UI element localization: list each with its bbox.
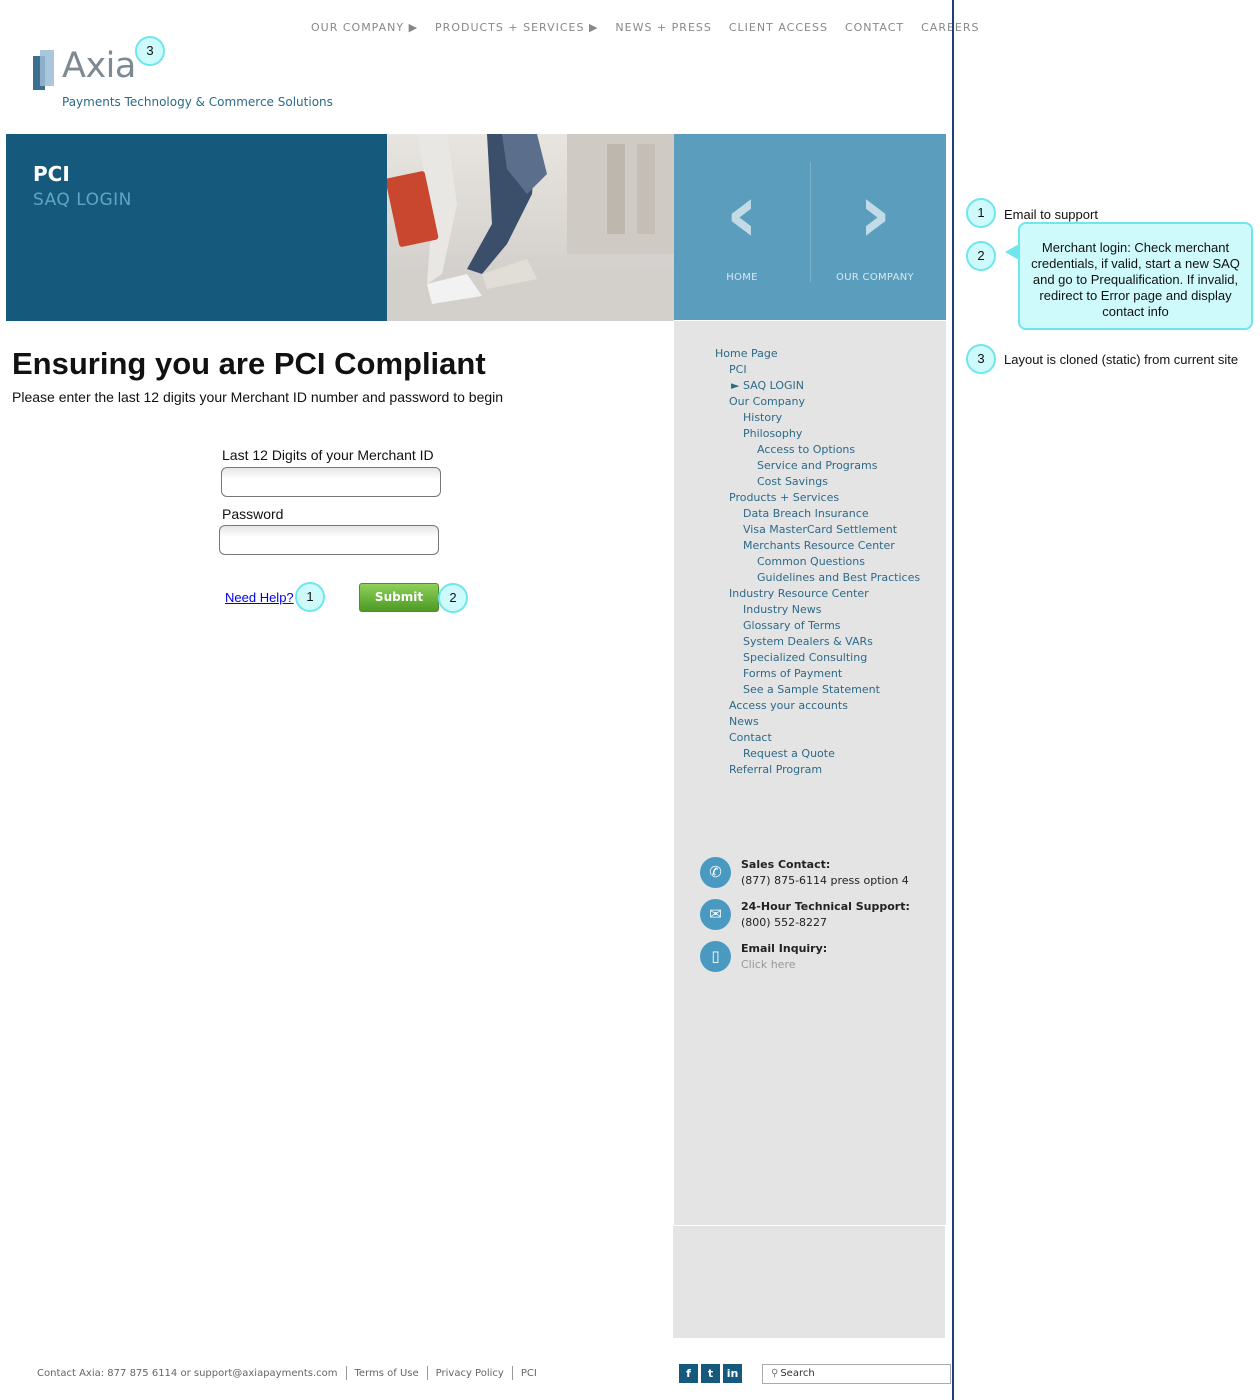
site-footer: Contact Axia: 877 875 6114 or support@ax… [37,1366,537,1380]
sidebar-footer-panel [673,1226,945,1338]
tree-item-merchants-resource-center[interactable]: Merchants Resource Center [743,539,895,552]
tree-item-cost-savings[interactable]: Cost Savings [757,475,828,488]
annotation-note-1: Email to support [1004,207,1098,222]
tree-item-sample-statement[interactable]: See a Sample Statement [743,683,880,696]
annotation-note-3: Layout is cloned (static) from current s… [1004,352,1239,367]
tree-item-request-quote[interactable]: Request a Quote [743,747,835,760]
tree-item-pci[interactable]: PCI [729,363,747,376]
tree-item-philosophy[interactable]: Philosophy [743,427,802,440]
hero-photo [387,134,674,321]
search-placeholder: Search [780,1368,815,1379]
search-icon: ⚲ [771,1368,779,1379]
footer-search-input[interactable]: ⚲ Search [762,1364,951,1384]
tech-support-phone: (800) 552-8227 [741,916,828,929]
prev-home-button[interactable]: ‹ HOME [682,174,802,294]
password-label: Password [222,506,284,522]
hero-navigation: ‹ HOME › OUR COMPANY [674,134,946,320]
tree-item-access-accounts[interactable]: Access your accounts [729,699,848,712]
tree-item-home-page[interactable]: Home Page [715,347,778,360]
hero-nav-divider [810,162,811,282]
merchant-id-label: Last 12 Digits of your Merchant ID [222,447,434,463]
tree-item-guidelines-best-practices[interactable]: Guidelines and Best Practices [757,571,920,584]
email-inquiry-link[interactable]: Click here [741,958,796,971]
tree-item-specialized-consulting[interactable]: Specialized Consulting [743,651,867,664]
tree-item-saq-login[interactable]: ► SAQ LOGIN [731,379,804,392]
tree-item-products-services[interactable]: Products + Services [729,491,839,504]
hero-title-panel: PCI SAQ LOGIN [6,134,387,321]
tree-item-visa-mastercard-settlement[interactable]: Visa MasterCard Settlement [743,523,897,536]
page-title: PCI [33,162,70,186]
next-our-company-button[interactable]: › OUR COMPANY [815,174,935,294]
annotation-note-2: Merchant login: Check merchant credentia… [1018,222,1253,330]
chevron-left-icon: ‹ [725,167,759,260]
tree-item-service-and-programs[interactable]: Service and Programs [757,459,877,472]
hero-banner: PCI SAQ LOGIN ‹ HOME › OUR COMPANY [6,134,946,321]
tree-item-industry-news[interactable]: Industry News [743,603,821,616]
mail-icon: ▯ [700,941,731,972]
tech-support-title: 24-Hour Technical Support: [741,900,910,913]
tree-item-system-dealers-vars[interactable]: System Dealers & VARs [743,635,873,648]
need-help-link[interactable]: Need Help? [225,590,294,605]
next-label: OUR COMPANY [836,272,914,283]
facebook-icon[interactable]: f [679,1364,698,1383]
hero-photo-illustration [387,134,674,321]
annotation-key-2: 2 [966,241,996,271]
login-instructions: Please enter the last 12 digits your Mer… [12,389,504,405]
main-headline: Ensuring you are PCI Compliant [12,346,486,381]
merchant-id-input[interactable] [221,467,441,497]
tree-item-contact[interactable]: Contact [729,731,772,744]
nav-contact[interactable]: CONTACT [845,21,904,34]
sales-contact-phone: (877) 875-6114 press option 4 [741,874,909,887]
footer-divider [426,1366,428,1380]
twitter-icon[interactable]: t [701,1364,720,1383]
annotation-key-3: 3 [966,344,996,374]
submit-button[interactable]: Submit [359,583,439,612]
footer-pci-link[interactable]: PCI [521,1368,537,1379]
annotation-marker-3: 3 [135,36,165,66]
tree-item-industry-resource-center[interactable]: Industry Resource Center [729,587,869,600]
footer-terms-link[interactable]: Terms of Use [355,1368,419,1379]
logo-text: Axia [62,46,136,86]
annotation-marker-2: 2 [438,583,468,613]
tree-item-referral-program[interactable]: Referral Program [729,763,822,776]
top-nav: OUR COMPANY ▶ PRODUCTS + SERVICES ▶ NEWS… [311,21,979,34]
tree-item-data-breach-insurance[interactable]: Data Breach Insurance [743,507,869,520]
linkedin-icon[interactable]: in [723,1364,742,1383]
footer-divider [511,1366,513,1380]
tree-item-history[interactable]: History [743,411,782,424]
footer-privacy-link[interactable]: Privacy Policy [436,1368,504,1379]
page-subtitle: SAQ LOGIN [33,190,132,210]
phone-icon: ✆ [700,857,731,888]
chat-icon: ✉ [700,899,731,930]
nav-our-company[interactable]: OUR COMPANY ▶ [311,21,418,34]
nav-careers[interactable]: CAREERS [921,21,979,34]
logo-tagline: Payments Technology & Commerce Solutions [62,95,333,109]
sales-contact-title: Sales Contact: [741,858,831,871]
password-input[interactable] [219,525,439,555]
tree-item-our-company[interactable]: Our Company [729,395,805,408]
email-inquiry-title: Email Inquiry: [741,942,828,955]
nav-products-services[interactable]: PRODUCTS + SERVICES ▶ [435,21,598,34]
annotation-marker-1: 1 [295,582,325,612]
nav-client-access[interactable]: CLIENT ACCESS [729,21,828,34]
tree-item-access-to-options[interactable]: Access to Options [757,443,855,456]
bubble-pointer [1005,244,1019,260]
chevron-right-icon: › [858,167,892,260]
footer-contact: Contact Axia: 877 875 6114 or support@ax… [37,1367,338,1379]
tree-item-news[interactable]: News [729,715,759,728]
logo-mark-icon [33,50,55,90]
tree-item-common-questions[interactable]: Common Questions [757,555,865,568]
nav-news-press[interactable]: NEWS + PRESS [615,21,711,34]
annotation-divider [952,0,954,1400]
tree-item-forms-of-payment[interactable]: Forms of Payment [743,667,842,680]
footer-divider [345,1366,347,1380]
prev-label: HOME [726,272,758,283]
tree-item-glossary-of-terms[interactable]: Glossary of Terms [743,619,841,632]
annotation-key-1: 1 [966,198,996,228]
